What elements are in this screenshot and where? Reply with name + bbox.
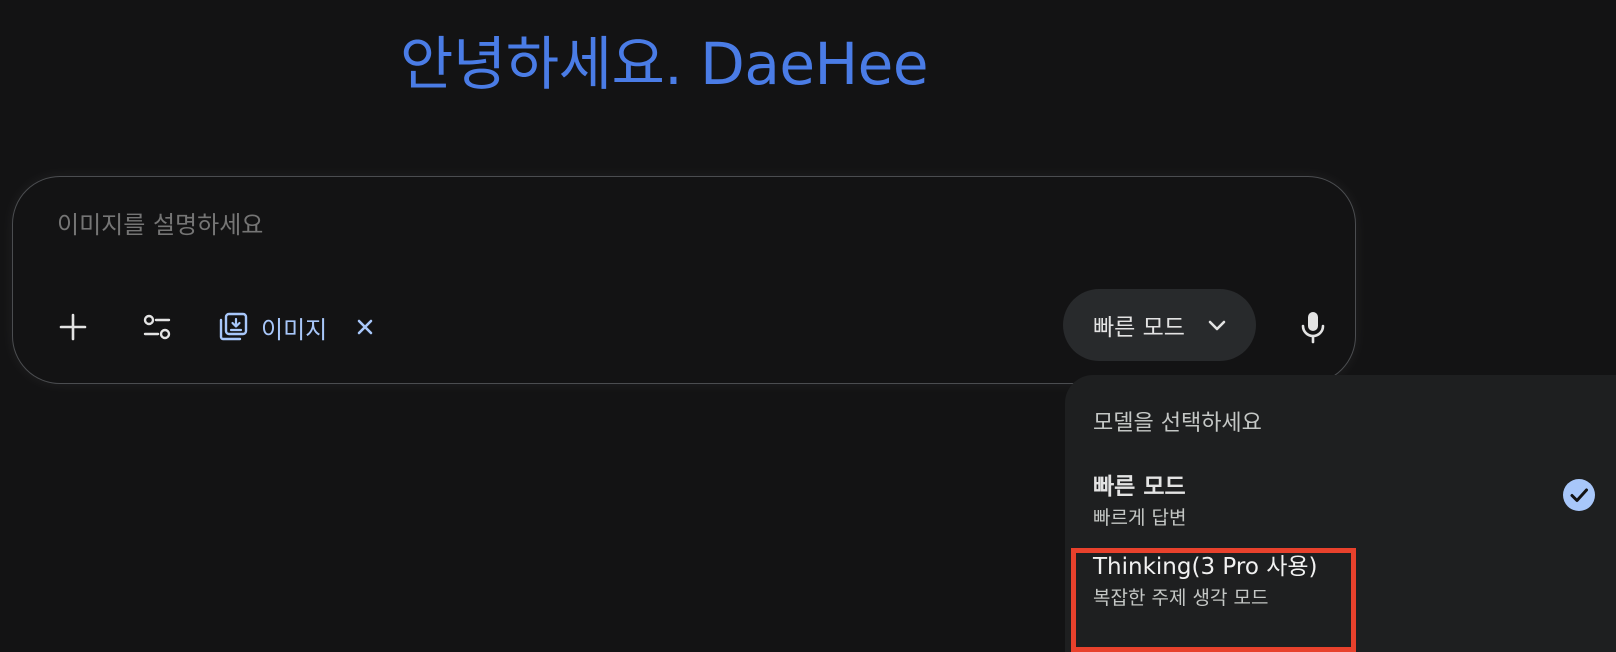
menu-item-title: 빠른 모드 [1093,474,1186,500]
menu-item-subtitle: 복잡한 주제 생각 모드 [1093,587,1269,609]
menu-item-thinking-mode[interactable]: Thinking(3 Pro 사용) 복잡한 주제 생각 모드 [1065,547,1616,621]
mode-button-label: 빠른 모드 [1093,315,1185,341]
prompt-input[interactable] [57,211,957,239]
menu-item-fast-mode[interactable]: 빠른 모드 빠르게 답변 [1065,467,1616,541]
menu-title: 모델을 선택하세요 [1093,411,1262,436]
prompt-composer: 이미지 빠른 모드 [12,176,1356,384]
menu-item-title: Thinking(3 Pro 사용) [1093,554,1318,580]
image-library-icon [219,312,248,341]
model-mode-button[interactable]: 빠른 모드 [1063,289,1256,361]
model-selector-menu: 모델을 선택하세요 빠른 모드 빠르게 답변 Thinking(3 Pro 사용… [1065,375,1616,652]
image-tool-chip[interactable]: 이미지 [217,303,379,351]
close-icon [357,319,373,335]
add-button[interactable] [51,305,95,349]
plus-icon [59,313,87,341]
check-icon [1563,479,1595,511]
tools-icon [143,314,171,340]
chevron-down-icon [1208,320,1226,331]
microphone-button[interactable] [1289,301,1337,353]
image-chip-label: 이미지 [261,315,328,344]
remove-image-tool-button[interactable] [351,313,379,341]
tools-button[interactable] [135,305,179,349]
greeting-title: 안녕하세요. DaeHee [400,30,929,98]
mic-icon [1301,312,1325,344]
gemini-home: 안녕하세요. DaeHee 이미지를 설명하세요 이미지 빠른 모드 모델을 선… [0,0,1616,652]
menu-item-subtitle: 빠르게 답변 [1093,507,1187,529]
